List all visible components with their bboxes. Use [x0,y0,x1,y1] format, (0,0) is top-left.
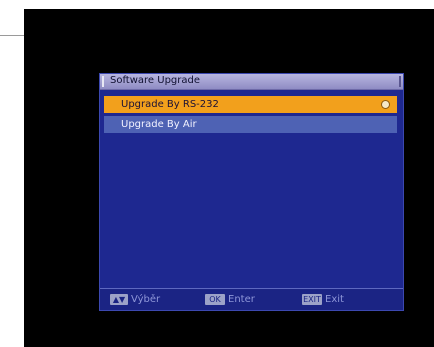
title-bar: Software Upgrade [100,74,403,90]
radio-selected-icon [382,101,389,108]
ok-key-icon: OK [205,294,225,305]
hint-navigate: ▲▼ Výběr [110,293,160,306]
title-end-accent [399,76,401,87]
dialog-title: Software Upgrade [110,75,201,86]
hint-exit: EXIT Exit [302,293,344,306]
tv-screen: Software Upgrade Upgrade By RS-232 Upgra… [24,9,434,347]
hint-ok: OK Enter [205,293,255,306]
hint-exit-label: Exit [325,294,344,305]
hint-navigate-label: Výběr [131,294,161,305]
hint-ok-label: Enter [228,294,255,305]
title-accent [102,76,104,87]
menu-item-label: Upgrade By Air [121,119,197,130]
up-down-arrows-icon: ▲▼ [110,294,128,305]
upgrade-menu: Upgrade By RS-232 Upgrade By Air [104,96,397,136]
footer-hints: ▲▼ Výběr OK Enter EXIT Exit [100,288,403,310]
menu-item-upgrade-rs232[interactable]: Upgrade By RS-232 [104,96,397,113]
menu-item-label: Upgrade By RS-232 [121,99,219,110]
exit-key-icon: EXIT [302,294,322,305]
software-upgrade-dialog: Software Upgrade Upgrade By RS-232 Upgra… [99,73,404,311]
menu-item-upgrade-air[interactable]: Upgrade By Air [104,116,397,133]
